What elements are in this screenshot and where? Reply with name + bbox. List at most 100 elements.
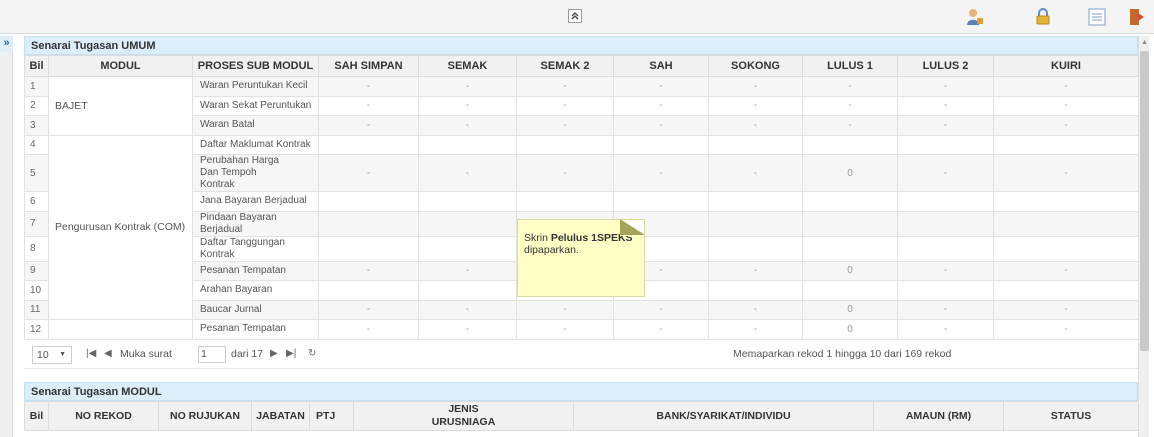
count-cell[interactable]: -	[318, 154, 419, 192]
count-cell[interactable]: -	[318, 115, 419, 136]
col-header[interactable]: SOKONG	[708, 55, 803, 77]
col-header[interactable]: Bil	[24, 55, 49, 77]
proses-cell[interactable]: Pesanan Tempatan	[192, 260, 319, 281]
collapse-header-button[interactable]	[568, 9, 582, 23]
proses-cell[interactable]: Pesanan Tempatan	[192, 319, 319, 340]
count-cell[interactable]	[708, 235, 803, 262]
count-cell[interactable]: -	[993, 319, 1139, 340]
count-cell[interactable]: -	[613, 95, 709, 116]
count-cell[interactable]	[897, 235, 994, 262]
count-cell[interactable]: -	[516, 154, 614, 192]
table-row[interactable]: 3 Waran Batal - - - - - - - -	[24, 115, 1139, 136]
count-cell[interactable]: -	[897, 154, 994, 192]
col-header[interactable]: KUIRI	[993, 55, 1139, 77]
count-cell[interactable]	[708, 210, 803, 237]
proses-cell[interactable]: Waran Sekat Peruntukan	[192, 95, 319, 116]
count-cell[interactable]: -	[708, 319, 803, 340]
count-cell[interactable]	[418, 210, 517, 237]
count-cell[interactable]	[802, 134, 898, 155]
page-number-input[interactable]: 1	[198, 346, 226, 363]
col-header[interactable]: JENIS URUSNIAGA	[353, 401, 574, 431]
col-header[interactable]: NO REKOD	[48, 401, 159, 431]
count-cell[interactable]: -	[613, 319, 709, 340]
proses-cell[interactable]: Pindaan Bayaran Berjadual	[192, 210, 319, 237]
last-page-icon[interactable]: ▶|	[286, 348, 296, 359]
count-cell[interactable]: -	[418, 95, 517, 116]
count-cell[interactable]	[318, 210, 419, 237]
count-cell[interactable]	[418, 134, 517, 155]
count-cell[interactable]	[516, 191, 614, 212]
expand-sidebar-button[interactable]: »	[0, 36, 13, 52]
list-icon[interactable]	[1087, 7, 1107, 27]
count-cell[interactable]: -	[993, 115, 1139, 136]
count-cell[interactable]: -	[418, 260, 517, 281]
count-cell[interactable]: -	[613, 154, 709, 192]
proses-cell[interactable]: Perubahan Harga Dan Tempoh Kontrak	[192, 154, 319, 192]
col-header[interactable]: LULUS 1	[802, 55, 898, 77]
table-row[interactable]: 6 Jana Bayaran Berjadual	[24, 191, 1139, 212]
count-cell[interactable]: -	[802, 115, 898, 136]
count-cell[interactable]: -	[993, 76, 1139, 97]
count-cell[interactable]: -	[318, 299, 419, 320]
count-cell[interactable]: 0	[802, 154, 898, 192]
table-row[interactable]: 4 Pengurusan Kontrak (COM) Daftar Maklumat…	[24, 134, 1139, 320]
scroll-up-arrow-icon[interactable]: ▲	[1139, 36, 1150, 50]
col-header[interactable]: SEMAK 2	[516, 55, 614, 77]
col-header[interactable]: PROSES SUB MODUL	[192, 55, 319, 77]
user-icon[interactable]	[965, 7, 985, 27]
count-cell[interactable]	[318, 235, 419, 262]
col-header[interactable]: BANK/SYARIKAT/INDIVIDU	[573, 401, 874, 431]
count-cell[interactable]: 0	[802, 260, 898, 281]
col-header[interactable]: LULUS 2	[897, 55, 994, 77]
count-cell[interactable]: -	[516, 299, 614, 320]
proses-cell[interactable]: Baucar Jurnal	[192, 299, 319, 320]
count-cell[interactable]: -	[708, 260, 803, 281]
count-cell[interactable]: 0	[802, 319, 898, 340]
count-cell[interactable]	[802, 280, 898, 301]
prev-page-icon[interactable]: ◀	[104, 348, 112, 359]
proses-cell[interactable]: Waran Batal	[192, 115, 319, 136]
col-header[interactable]: MODUL	[48, 55, 193, 77]
count-cell[interactable]	[897, 191, 994, 212]
count-cell[interactable]	[993, 191, 1139, 212]
count-cell[interactable]: -	[993, 154, 1139, 192]
count-cell[interactable]: -	[418, 115, 517, 136]
count-cell[interactable]	[418, 235, 517, 262]
count-cell[interactable]	[318, 191, 419, 212]
count-cell[interactable]	[897, 210, 994, 237]
count-cell[interactable]	[802, 191, 898, 212]
count-cell[interactable]: -	[708, 299, 803, 320]
proses-cell[interactable]: Daftar Maklumat Kontrak	[192, 134, 319, 155]
count-cell[interactable]	[802, 210, 898, 237]
count-cell[interactable]: -	[418, 154, 517, 192]
count-cell[interactable]	[993, 134, 1139, 155]
count-cell[interactable]: -	[516, 76, 614, 97]
count-cell[interactable]	[708, 191, 803, 212]
proses-cell[interactable]: Daftar Tanggungan Kontrak	[192, 235, 319, 262]
count-cell[interactable]	[897, 280, 994, 301]
proses-cell[interactable]: Waran Peruntukan Kecil	[192, 76, 319, 97]
col-header[interactable]: AMAUN (RM)	[873, 401, 1004, 431]
table-row[interactable]: 11 Baucar Jurnal - - - - -0- -	[24, 299, 1139, 320]
count-cell[interactable]: -	[708, 154, 803, 192]
count-cell[interactable]: -	[993, 260, 1139, 281]
table-row[interactable]: 12 Pesanan Tempatan - - - - -0- -	[24, 319, 1139, 340]
count-cell[interactable]: -	[802, 76, 898, 97]
col-header[interactable]: JABATAN	[251, 401, 310, 431]
count-cell[interactable]	[897, 134, 994, 155]
count-cell[interactable]: -	[516, 319, 614, 340]
count-cell[interactable]	[613, 134, 709, 155]
count-cell[interactable]	[708, 134, 803, 155]
scroll-thumb[interactable]	[1140, 51, 1149, 351]
col-header[interactable]: NO RUJUKAN	[158, 401, 252, 431]
count-cell[interactable]	[993, 280, 1139, 301]
count-cell[interactable]: -	[897, 260, 994, 281]
page-size-select[interactable]: 10 ▼	[32, 346, 72, 364]
count-cell[interactable]: -	[708, 76, 803, 97]
count-cell[interactable]	[318, 134, 419, 155]
logout-icon[interactable]	[1127, 7, 1147, 27]
count-cell[interactable]	[993, 235, 1139, 262]
count-cell[interactable]: -	[897, 95, 994, 116]
count-cell[interactable]: -	[897, 76, 994, 97]
count-cell[interactable]: -	[993, 95, 1139, 116]
